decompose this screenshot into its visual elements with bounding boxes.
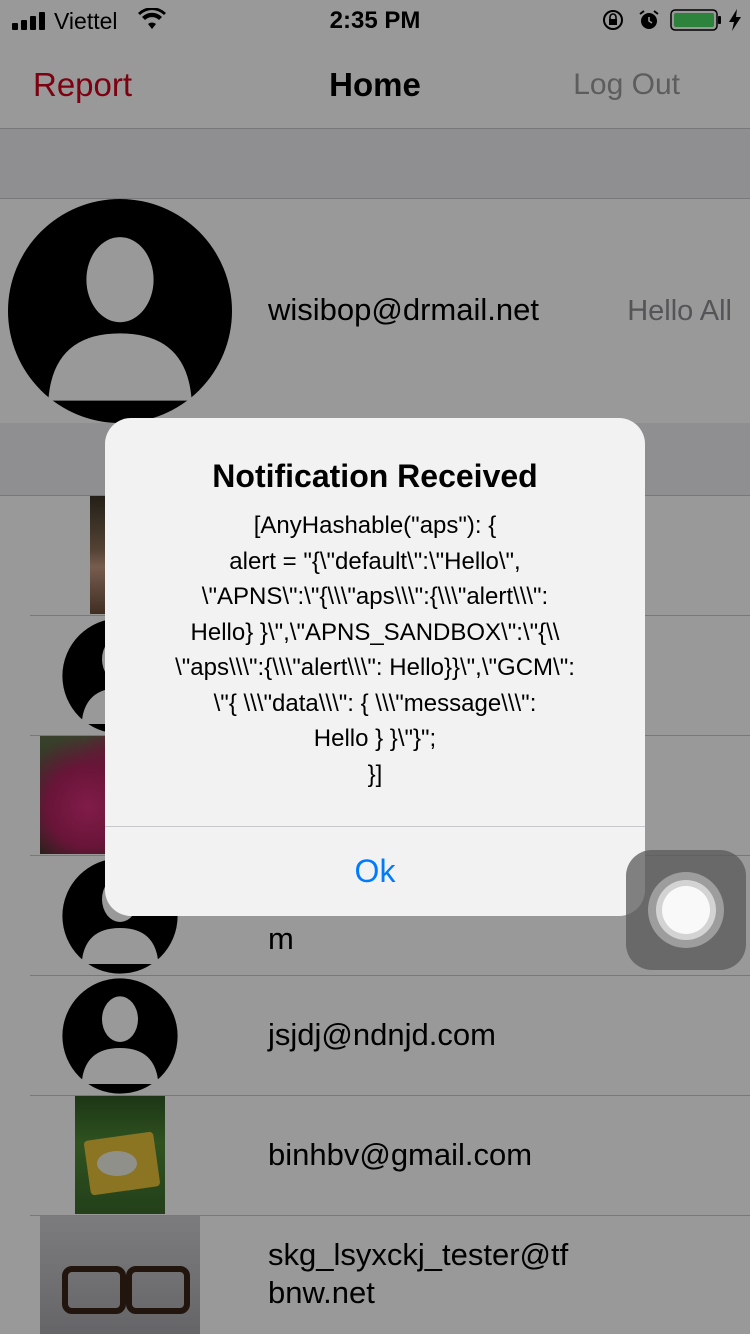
assistive-touch-icon-center bbox=[662, 886, 710, 934]
notification-alert: Notification Received [AnyHashable("aps"… bbox=[105, 418, 645, 916]
alert-title: Notification Received bbox=[212, 458, 538, 494]
alert-message: [AnyHashable("aps"): { alert = "{\"defau… bbox=[175, 512, 575, 788]
ok-button[interactable]: Ok bbox=[105, 827, 645, 916]
assistive-touch-button[interactable] bbox=[626, 850, 746, 970]
app-screen: Viettel 2:35 PM Report Home Log Out wisi… bbox=[0, 0, 750, 1334]
